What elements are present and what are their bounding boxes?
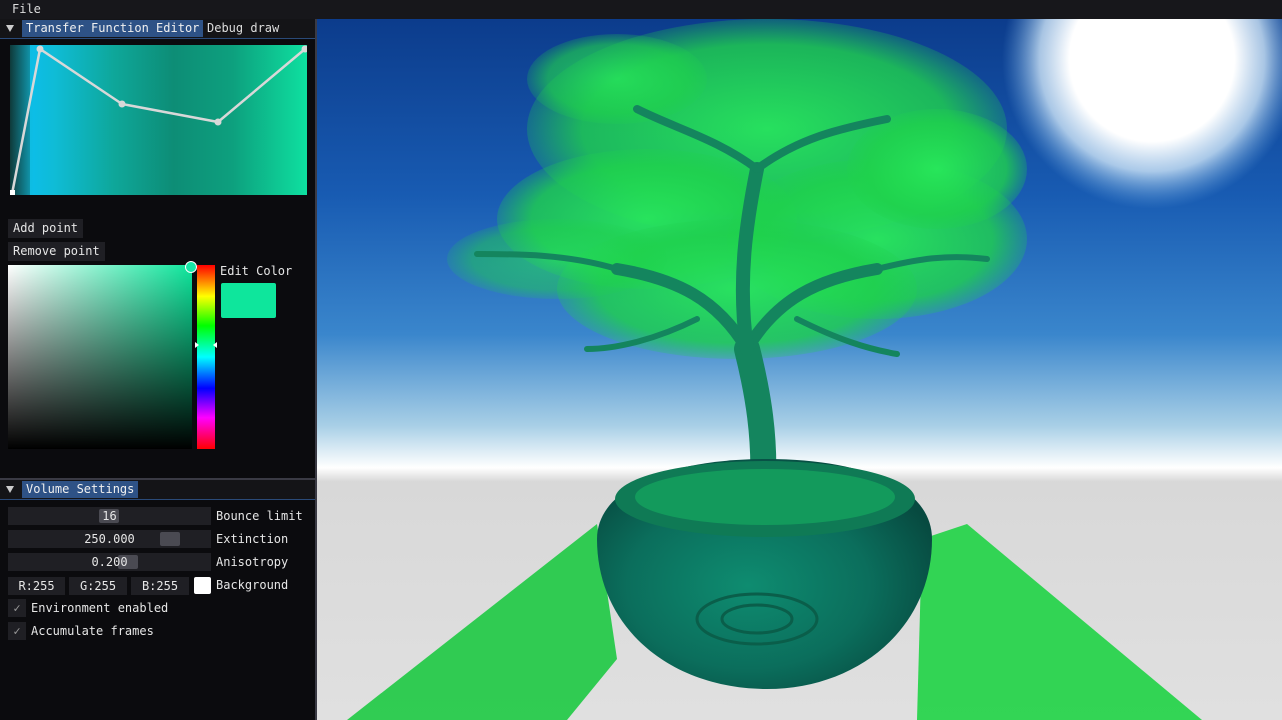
transfer-function-polyline	[10, 46, 306, 195]
remove-point-button[interactable]: Remove point	[8, 242, 105, 261]
hue-marker-right-icon	[213, 342, 217, 348]
bonsai-pot	[597, 459, 932, 689]
transfer-function-point[interactable]	[36, 45, 44, 53]
extinction-slider[interactable]: 250.000	[8, 530, 211, 548]
bounce-limit-label: Bounce limit	[216, 509, 303, 523]
hue-slider[interactable]	[197, 265, 215, 449]
saturation-value-handle[interactable]	[185, 261, 197, 273]
extinction-label: Extinction	[216, 532, 289, 546]
bounce-limit-slider[interactable]: 16	[8, 507, 211, 525]
saturation-value-picker[interactable]	[8, 265, 192, 449]
transfer-function-point[interactable]	[118, 100, 126, 108]
anisotropy-slider[interactable]: 0.200	[8, 553, 211, 571]
ground-plane-right	[917, 524, 1202, 720]
collapse-arrow-icon[interactable]	[6, 486, 14, 493]
transfer-function-point[interactable]	[214, 118, 222, 126]
render-viewport[interactable]	[317, 19, 1282, 720]
accumulate-frames-checkbox[interactable]: ✓	[8, 622, 26, 640]
tab-bar: Transfer Function Editor Debug draw	[0, 19, 315, 39]
environment-enabled-label: Environment enabled	[31, 601, 169, 615]
bonsai-volume-render	[347, 19, 1282, 720]
background-b-field[interactable]: B:255	[131, 577, 189, 595]
accumulate-frames-label: Accumulate frames	[31, 624, 154, 638]
transfer-function-curve	[10, 45, 307, 195]
tab-debug-draw[interactable]: Debug draw	[203, 20, 283, 37]
transfer-function-point[interactable]	[10, 190, 15, 195]
check-icon: ✓	[13, 624, 21, 638]
hue-marker-left-icon	[195, 342, 199, 348]
edit-color-label: Edit Color	[220, 264, 293, 278]
ground-plane-left	[347, 524, 617, 720]
background-g-field[interactable]: G:255	[69, 577, 127, 595]
background-label: Background	[216, 578, 289, 592]
add-point-button[interactable]: Add point	[8, 219, 84, 238]
transfer-function-canvas[interactable]	[10, 45, 307, 195]
background-color-swatch[interactable]	[194, 577, 211, 594]
sun	[1002, 19, 1282, 209]
edit-color-swatch[interactable]	[221, 283, 276, 318]
extinction-value: 250.000	[84, 532, 135, 546]
tab-transfer-function-editor[interactable]: Transfer Function Editor	[22, 20, 204, 37]
anisotropy-value: 0.200	[91, 555, 128, 569]
bounce-limit-value: 16	[102, 509, 117, 523]
volume-settings-header[interactable]: Volume Settings	[0, 480, 315, 500]
environment-enabled-checkbox[interactable]: ✓	[8, 599, 26, 617]
file-menu[interactable]: File	[12, 2, 41, 16]
volume-settings-title[interactable]: Volume Settings	[22, 481, 139, 498]
collapse-arrow-icon[interactable]	[6, 25, 14, 32]
check-icon: ✓	[13, 601, 21, 615]
anisotropy-label: Anisotropy	[216, 555, 289, 569]
menu-bar: File	[0, 0, 1282, 19]
background-r-field[interactable]: R:255	[8, 577, 65, 595]
